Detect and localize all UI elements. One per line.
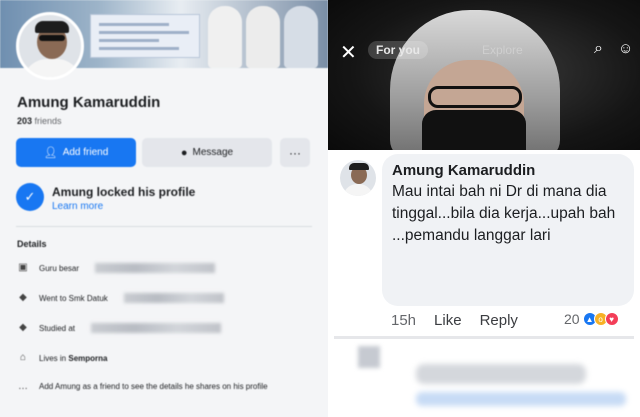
divider	[16, 226, 312, 227]
comment-author[interactable]: Amung Kamaruddin	[392, 162, 624, 179]
shield-icon: ✓	[16, 183, 44, 211]
redacted-text	[91, 323, 222, 333]
home-icon: ⌂	[19, 352, 27, 363]
lives-in-place[interactable]: Semporna	[68, 354, 107, 363]
friends-count[interactable]: 203 friends	[17, 116, 62, 126]
detail-studied: ◆ Studied at	[17, 322, 222, 334]
comment-text: Mau intai bah ni Dr di mana dia tinggal.…	[392, 183, 616, 244]
divider	[334, 336, 634, 339]
close-icon[interactable]: ✕	[340, 40, 357, 65]
more-options-button[interactable]: ···	[280, 138, 310, 167]
detail-school: ◆ Went to Smk Datuk	[17, 292, 224, 304]
more-dots-icon: …	[18, 381, 28, 392]
cover-cheque-image	[90, 14, 200, 58]
tab-for-you[interactable]: For you	[368, 41, 428, 59]
learn-more-link[interactable]: Learn more	[52, 201, 195, 212]
locked-profile-notice: ✓ Amung locked his profile Learn more	[16, 183, 195, 212]
comment-time: 15h	[391, 312, 417, 329]
add-friend-button[interactable]: 👤︎ Add friend	[16, 138, 136, 167]
redacted-text	[95, 263, 216, 273]
comment-avatar[interactable]	[340, 160, 376, 196]
reply-button[interactable]: Reply	[480, 312, 518, 329]
video-comment-panel: ✕ For you Explore ⌕ ☺ Amung Kamaruddin M…	[328, 0, 640, 417]
messenger-icon: ●	[180, 146, 188, 159]
details-heading: Details	[17, 239, 47, 249]
video-frame[interactable]	[328, 0, 640, 160]
reaction-count: 20	[564, 311, 580, 327]
profile-name: Amung Kamaruddin	[17, 94, 161, 111]
add-person-icon: 👤︎	[43, 147, 58, 159]
love-reaction-icon: ♥	[604, 312, 619, 326]
detail-work: ▣ Guru besar	[17, 262, 216, 274]
graduation-cap-icon: ◆	[19, 322, 27, 333]
facebook-profile-panel: Amung Kamaruddin 203 friends 👤︎ Add frie…	[0, 0, 328, 417]
comment-bubble: Amung Kamaruddin Mau intai bah ni Dr di …	[382, 154, 634, 306]
redacted-text	[123, 293, 224, 303]
message-button[interactable]: ● Message	[142, 138, 272, 167]
comment-section: Amung Kamaruddin Mau intai bah ni Dr di …	[328, 150, 640, 417]
detail-add-friend-note: … Add Amung as a friend to see the detai…	[18, 381, 268, 392]
tab-explore[interactable]: Explore	[474, 41, 531, 59]
profile-avatar[interactable]	[16, 12, 84, 80]
reaction-summary[interactable]: 20 ▲ o ♥	[564, 311, 619, 327]
locked-profile-title: Amung locked his profile	[52, 185, 196, 199]
graduation-cap-icon: ◆	[19, 292, 27, 303]
comment-actions: 15h Like Reply	[391, 312, 518, 329]
search-icon[interactable]: ⌕	[594, 40, 603, 58]
detail-lives-in: ⌂ Lives in Semporna	[17, 352, 108, 364]
like-button[interactable]: Like	[434, 312, 462, 329]
profile-icon[interactable]: ☺	[618, 40, 633, 57]
briefcase-icon: ▣	[18, 262, 28, 273]
